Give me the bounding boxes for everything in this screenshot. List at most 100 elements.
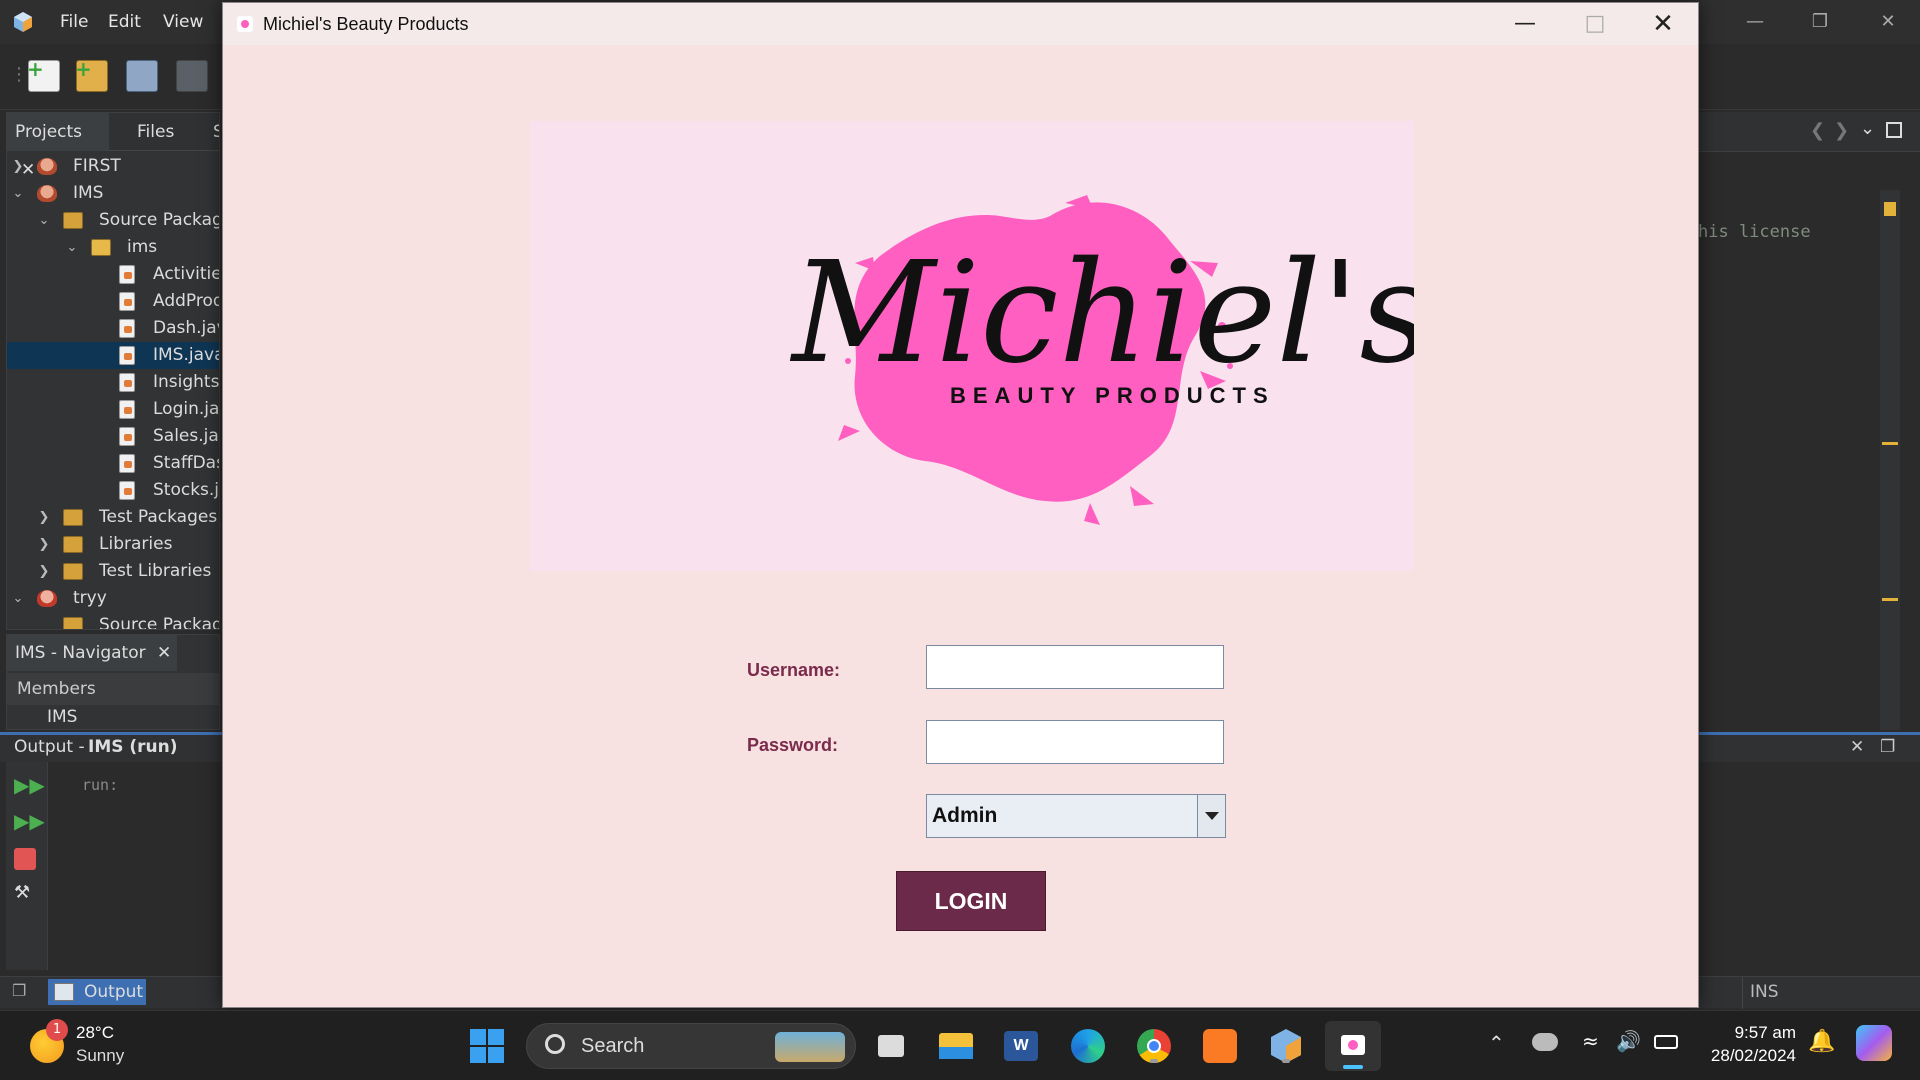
wifi-icon[interactable]: ≈	[1582, 1029, 1599, 1053]
logo-tagline: BEAUTY PRODUCTS	[950, 383, 1275, 408]
new-project-icon[interactable]: +	[75, 57, 108, 92]
close-output-icon[interactable]: ✕	[1850, 737, 1864, 757]
file-explorer-icon[interactable]	[935, 1025, 977, 1067]
tree-item-first[interactable]: ❯ FIRST	[7, 153, 219, 180]
chevron-right-icon[interactable]: ❯	[11, 153, 25, 180]
ide-close-icon[interactable]: ✕	[1868, 8, 1908, 36]
java-app-icon[interactable]	[1325, 1021, 1381, 1071]
menu-view[interactable]: View	[163, 0, 203, 44]
app-titlebar: Michiel's Beauty Products — □ ✕	[223, 3, 1698, 45]
close-project-icon[interactable]	[176, 60, 208, 92]
tree-item-file[interactable]: Stocks.java	[7, 477, 219, 504]
tab-services[interactable]: S	[205, 113, 219, 151]
chevron-down-icon[interactable]: ⌄	[37, 207, 51, 234]
start-icon[interactable]	[466, 1025, 508, 1067]
tree-item-file-selected[interactable]: IMS.java	[7, 342, 219, 369]
warning-marker[interactable]	[1884, 202, 1896, 216]
tree-item-file[interactable]: Login.java	[7, 396, 220, 423]
clock-time[interactable]: 9:57 am	[1702, 1023, 1796, 1043]
close-icon[interactable]: ✕	[1628, 3, 1698, 45]
new-file-icon[interactable]: +	[27, 57, 60, 92]
onedrive-icon[interactable]	[1532, 1033, 1558, 1051]
xampp-icon[interactable]	[1199, 1025, 1241, 1067]
tree-item-test-packages[interactable]: ❯ Test Packages	[7, 504, 219, 531]
weather-temp[interactable]: 28°C	[76, 1023, 114, 1043]
tree-item-source-packages[interactable]: Source Packages	[7, 612, 219, 629]
chevron-right-icon[interactable]: ❯	[37, 558, 51, 585]
restore-output-icon[interactable]: ❐	[1880, 737, 1895, 757]
ide-minimize-icon[interactable]: —	[1735, 8, 1775, 36]
output-status-label: Output	[84, 982, 144, 1002]
taskbar-search[interactable]: Search	[526, 1023, 856, 1069]
password-input[interactable]	[926, 720, 1224, 764]
maximize-editor-icon[interactable]	[1886, 122, 1902, 138]
tree-item-package-ims[interactable]: ⌄ ims	[7, 234, 219, 261]
scroll-left-icon[interactable]: ❮	[1810, 120, 1825, 141]
tree-label: Dash.java	[153, 318, 219, 338]
navigator-item[interactable]: IMS	[47, 707, 77, 727]
tree-item-file[interactable]: Dash.java	[7, 315, 219, 342]
projects-panel: Projects ✕ Files S ❯ FIRST ⌄ IMS ⌄ Sourc…	[6, 112, 220, 630]
stop-icon[interactable]	[14, 848, 36, 870]
tree-item-file[interactable]: AddProduct.java	[7, 288, 219, 315]
java-file-icon	[119, 265, 135, 284]
tree-label: Insights.java	[153, 372, 220, 392]
editor-scrollbar[interactable]	[1880, 190, 1900, 730]
close-icon[interactable]: ✕	[157, 643, 171, 663]
username-input[interactable]	[926, 645, 1224, 689]
chevron-down-icon[interactable]: ⌄	[11, 180, 25, 207]
java-file-icon	[119, 292, 135, 311]
chrome-icon[interactable]	[1133, 1025, 1175, 1067]
role-select[interactable]: Admin	[926, 794, 1226, 838]
taskbar: 1 28°C Sunny Search W ⌃ ≈ 🔊 9:57 am 28/0…	[0, 1010, 1920, 1080]
menu-file[interactable]: File	[60, 0, 88, 44]
rerun-with-params-icon[interactable]: ▶▶	[14, 810, 45, 832]
open-project-icon[interactable]	[126, 60, 158, 92]
tree-item-file[interactable]: Activities.java	[7, 261, 219, 288]
warning-marker[interactable]	[1882, 442, 1898, 445]
weather-desc[interactable]: Sunny	[76, 1046, 124, 1066]
notification-bell-icon[interactable]: 🔔	[1808, 1029, 1835, 1054]
minimize-icon[interactable]: —	[1490, 3, 1560, 45]
warning-marker[interactable]	[1882, 598, 1898, 601]
chevron-down-icon[interactable]: ⌄	[11, 585, 25, 612]
volume-icon[interactable]: 🔊	[1616, 1029, 1641, 1053]
output-status-tab[interactable]: Output	[48, 979, 146, 1005]
tab-projects[interactable]: Projects ✕	[7, 113, 109, 180]
tree-label: Login.java	[153, 399, 220, 419]
test-folder-icon	[63, 509, 83, 526]
netbeans-icon[interactable]	[1265, 1025, 1307, 1067]
battery-icon[interactable]	[1654, 1035, 1678, 1049]
task-view-icon[interactable]	[870, 1025, 912, 1067]
chevron-right-icon[interactable]: ❯	[37, 531, 51, 558]
login-button[interactable]: LOGIN	[896, 871, 1046, 931]
scroll-right-icon[interactable]: ❯	[1834, 120, 1849, 141]
tree-item-source-packages[interactable]: ⌄ Source Packages	[7, 207, 219, 234]
chevron-down-icon[interactable]: ⌄	[1860, 118, 1875, 139]
rerun-icon[interactable]: ▶▶	[14, 774, 45, 796]
copilot-icon[interactable]	[1856, 1025, 1892, 1061]
chevron-down-icon[interactable]: ⌄	[65, 234, 79, 261]
tree-item-tryy[interactable]: ⌄ tryy	[7, 585, 219, 612]
tree-label: Activities.java	[153, 264, 219, 284]
menu-edit[interactable]: Edit	[108, 0, 141, 44]
tree-item-file[interactable]: Sales.java	[7, 423, 219, 450]
settings-icon[interactable]: ⚒	[14, 882, 36, 904]
dropdown-arrow-icon[interactable]	[1197, 795, 1225, 837]
java-file-icon	[119, 373, 135, 392]
chevron-right-icon[interactable]: ❯	[37, 504, 51, 531]
tree-item-test-libraries[interactable]: ❯ Test Libraries	[7, 558, 219, 585]
tree-label: Test Packages	[99, 507, 218, 527]
tab-navigator[interactable]: IMS - Navigator ✕	[7, 635, 177, 671]
tree-item-libraries[interactable]: ❯ Libraries	[7, 531, 219, 558]
clock-date[interactable]: 28/02/2024	[1702, 1046, 1796, 1066]
tab-files[interactable]: Files	[129, 113, 182, 151]
tree-item-ims[interactable]: ⌄ IMS	[7, 180, 219, 207]
word-icon[interactable]: W	[1000, 1025, 1042, 1067]
restore-window-icon[interactable]: ❐	[12, 981, 26, 1000]
tree-item-file[interactable]: Insights.java	[7, 369, 220, 396]
ide-restore-icon[interactable]: ❐	[1800, 8, 1840, 36]
tree-item-file[interactable]: StaffDash.java	[7, 450, 219, 477]
chevron-up-icon[interactable]: ⌃	[1488, 1031, 1505, 1055]
edge-icon[interactable]	[1067, 1025, 1109, 1067]
